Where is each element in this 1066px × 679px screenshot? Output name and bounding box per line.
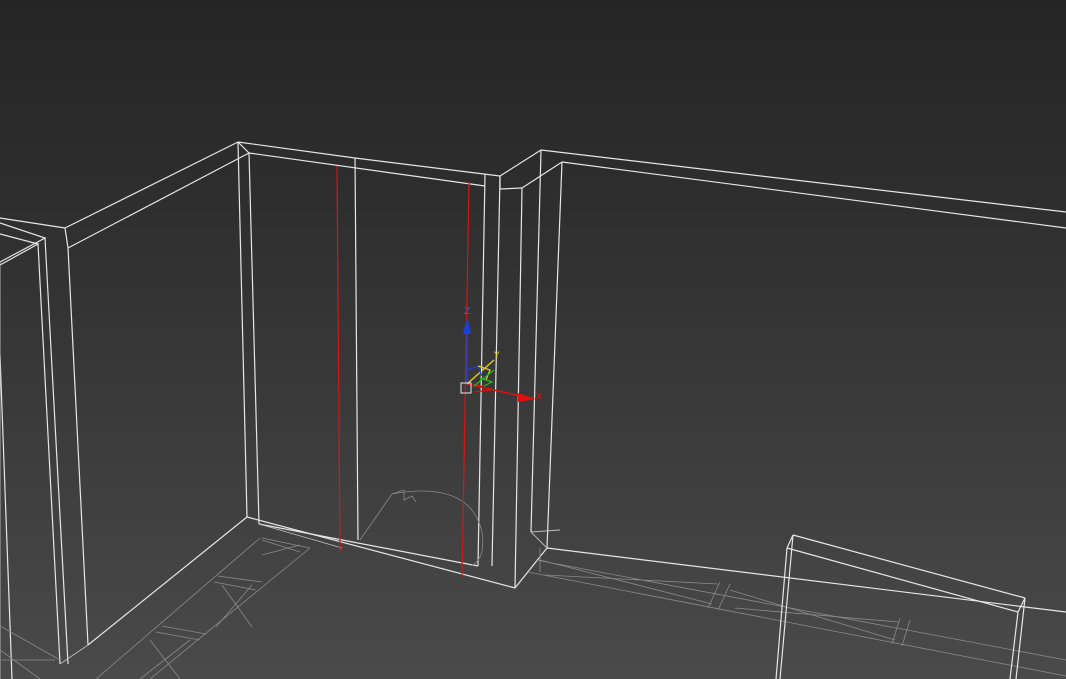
- floor-grid-right: [527, 548, 1066, 677]
- back-wall-with-door[interactable]: [237, 141, 516, 589]
- left-wall-segment[interactable]: [0, 222, 69, 679]
- gizmo-y-label: Y: [493, 351, 500, 361]
- lower-right-box[interactable]: [775, 534, 1026, 679]
- gizmo-x-label: X: [536, 392, 542, 402]
- gizmo-z-label: Z: [464, 307, 470, 317]
- move-gizmo[interactable]: Z Y X: [460, 307, 542, 402]
- back-left-wall[interactable]: [0, 141, 250, 665]
- center-pillar-wall[interactable]: [499, 149, 563, 589]
- gizmo-x-arrow[interactable]: [518, 393, 536, 402]
- floor-grid-left: [0, 537, 311, 679]
- scene-wireframe[interactable]: Z Y X: [0, 0, 1066, 679]
- right-wall[interactable]: [530, 149, 1066, 613]
- 3d-viewport[interactable]: Z Y X: [0, 0, 1066, 679]
- gizmo-z-arrow[interactable]: [463, 318, 471, 334]
